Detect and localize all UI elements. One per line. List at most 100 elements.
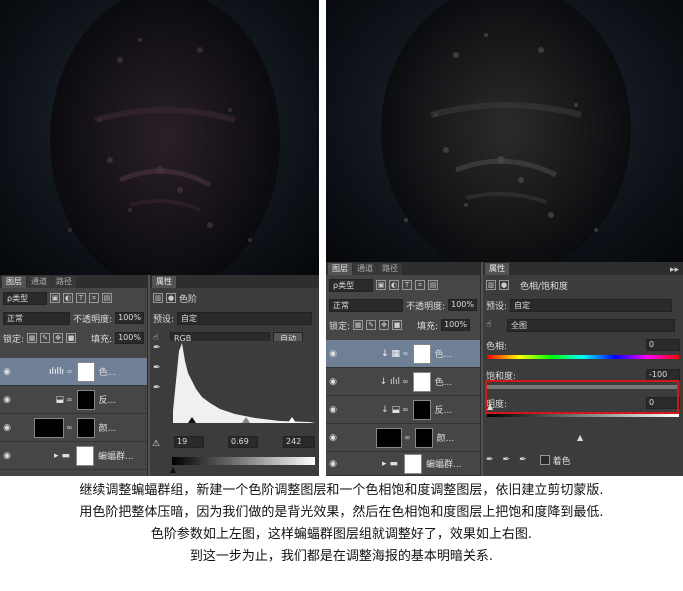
smart-filter-icon[interactable]: ▤	[428, 280, 438, 290]
input-white-field[interactable]: 242	[283, 436, 315, 448]
eyedropper-minus-icon[interactable]: ✒	[519, 455, 527, 465]
preset-select[interactable]: 自定	[177, 311, 313, 325]
white-eyedropper-icon[interactable]: ✒	[153, 383, 165, 393]
input-gamma-field[interactable]: 0.69	[228, 436, 258, 448]
image-filter-icon[interactable]: ▣	[50, 293, 60, 303]
visibility-eye-icon[interactable]: ◉	[326, 377, 340, 387]
tab-properties[interactable]: 属性	[152, 276, 176, 288]
lock-paint-icon[interactable]: ✎	[366, 320, 377, 330]
layer-thumbnail[interactable]	[376, 427, 402, 448]
layer-row-hue-saturation[interactable]: ◉ ↓ ▦ ∞ 色...	[326, 340, 480, 368]
layer-name[interactable]: 反...	[435, 403, 453, 416]
layer-row-levels[interactable]: ◉ ↓ ılıl ∞ 色...	[326, 368, 480, 396]
blend-mode-select[interactable]: 正常	[329, 298, 404, 312]
caption-line-2: 用色阶把整体压暗，因为我们做的是背光效果，然后在色相饱和度图层上把饱和度降到最低…	[79, 505, 604, 520]
lightness-slider-thumb[interactable]: ▲	[577, 433, 583, 442]
layer-name[interactable]: 颜...	[99, 421, 117, 434]
visibility-eye-icon[interactable]: ◉	[0, 423, 14, 433]
tab-paths[interactable]: 路径	[378, 263, 402, 275]
tab-layers[interactable]: 图层	[328, 263, 352, 275]
saturation-slider-thumb[interactable]: ▲	[487, 402, 493, 411]
layer-name[interactable]: 色...	[435, 375, 453, 388]
hand-tool-icon[interactable]: ☝	[153, 333, 167, 343]
visibility-eye-icon[interactable]: ◉	[326, 433, 340, 443]
tab-properties[interactable]: 属性	[485, 263, 509, 275]
image-filter-icon[interactable]: ▣	[376, 280, 386, 290]
lock-transparent-icon[interactable]: ▦	[353, 320, 364, 330]
kind-filter-select[interactable]: ρ类型	[329, 278, 373, 292]
layer-mask-thumbnail[interactable]	[412, 343, 431, 364]
hue-input[interactable]: 0	[646, 339, 680, 351]
colorize-checkbox[interactable]	[539, 455, 550, 465]
gray-eyedropper-icon[interactable]: ✒	[153, 363, 165, 373]
layer-row-color[interactable]: ◉ ∞ 颜...	[326, 424, 480, 452]
layer-name[interactable]: 蝙蝠群...	[426, 457, 462, 470]
layer-name[interactable]: 蝙蝠群...	[98, 449, 134, 462]
type-filter-icon[interactable]: T	[76, 293, 86, 303]
tab-channels[interactable]: 通道	[27, 276, 51, 288]
kind-filter-select[interactable]: ρ类型	[3, 291, 47, 305]
preset-select[interactable]: 自定	[510, 298, 673, 312]
opacity-input[interactable]: 100%	[448, 299, 477, 311]
tab-layers[interactable]: 图层	[2, 276, 26, 288]
shape-filter-icon[interactable]: ⌗	[89, 293, 99, 303]
fill-input[interactable]: 100%	[441, 319, 470, 331]
panel-menu-icon[interactable]: ▸▸	[670, 265, 679, 275]
layer-row-group[interactable]: ◉ ▸ ▬ 蝙蝠群...	[0, 442, 147, 470]
lock-all-icon[interactable]: ■	[392, 320, 403, 330]
hue-slider-track[interactable]	[487, 355, 679, 359]
layer-mask-thumbnail[interactable]	[76, 361, 95, 382]
eyedropper-icon[interactable]: ✒	[486, 455, 494, 465]
lock-all-icon[interactable]: ■	[66, 333, 77, 343]
layer-name[interactable]: 反...	[99, 393, 117, 406]
visibility-eye-icon[interactable]: ◉	[0, 451, 14, 461]
layer-mask-thumbnail[interactable]	[414, 427, 433, 448]
visibility-eye-icon[interactable]: ◉	[326, 349, 340, 359]
tab-paths[interactable]: 路径	[52, 276, 76, 288]
input-black-field[interactable]: 19	[174, 436, 204, 448]
visibility-eye-icon[interactable]: ◉	[326, 405, 340, 415]
smart-filter-icon[interactable]: ▤	[102, 293, 112, 303]
tab-channels[interactable]: 通道	[353, 263, 377, 275]
adjustment-filter-icon[interactable]: ◐	[389, 280, 399, 290]
layer-mask-thumbnail[interactable]	[404, 453, 423, 474]
layer-row-levels[interactable]: ◉ ılıllı ∞ 色...	[0, 358, 147, 386]
right-screenshot: 图层 通道 路径 ρ类型 ▣ ◐ T ⌗ ▤ 正常 不透明度: 100% 锁定:…	[326, 0, 683, 476]
mask-icon[interactable]: ●	[166, 293, 176, 303]
layer-mask-thumbnail[interactable]	[76, 389, 95, 410]
adjustment-filter-icon[interactable]: ◐	[63, 293, 73, 303]
expand-arrow-icon[interactable]: ▸	[54, 451, 59, 461]
layer-mask-thumbnail[interactable]	[76, 417, 95, 438]
expand-arrow-icon[interactable]: ▸	[382, 459, 387, 469]
shape-filter-icon[interactable]: ⌗	[415, 280, 425, 290]
hand-tool-icon[interactable]: ☝	[486, 320, 504, 330]
visibility-eye-icon[interactable]: ◉	[0, 367, 14, 377]
black-eyedropper-icon[interactable]: ✒	[153, 343, 165, 353]
visibility-eye-icon[interactable]: ◉	[326, 459, 340, 469]
layer-mask-thumbnail[interactable]	[412, 371, 431, 392]
invert-adjustment-icon: ↓ ⬓	[381, 404, 400, 415]
layer-mask-thumbnail[interactable]	[76, 445, 95, 466]
layer-row-invert[interactable]: ◉ ↓ ⬓ ∞ 反...	[326, 396, 480, 424]
eyedropper-plus-icon[interactable]: ✒	[503, 455, 511, 465]
type-filter-icon[interactable]: T	[402, 280, 412, 290]
lock-paint-icon[interactable]: ✎	[40, 333, 51, 343]
opacity-input[interactable]: 100%	[115, 312, 144, 324]
fill-input[interactable]: 100%	[115, 332, 144, 344]
mask-icon[interactable]: ●	[499, 280, 509, 290]
layer-name[interactable]: 色...	[99, 365, 117, 378]
layer-mask-thumbnail[interactable]	[412, 399, 431, 420]
layer-name[interactable]: 颜...	[437, 431, 455, 444]
lock-move-icon[interactable]: ✥	[53, 333, 64, 343]
lock-move-icon[interactable]: ✥	[379, 320, 390, 330]
range-select[interactable]: 全图	[507, 318, 675, 332]
blend-mode-select[interactable]: 正常	[3, 311, 71, 325]
layer-row-group[interactable]: ◉ ▸ ▬ 蝙蝠群...	[326, 452, 480, 476]
layer-row-invert[interactable]: ◉ ⬓ ∞ 反...	[0, 386, 147, 414]
layer-row-color[interactable]: ◉ ∞ 颜...	[0, 414, 147, 442]
layer-name[interactable]: 色...	[435, 347, 453, 360]
lock-transparent-icon[interactable]: ▦	[27, 333, 38, 343]
layer-thumbnail[interactable]	[34, 417, 64, 438]
output-black-slider[interactable]: ▲	[170, 465, 176, 474]
visibility-eye-icon[interactable]: ◉	[0, 395, 14, 405]
